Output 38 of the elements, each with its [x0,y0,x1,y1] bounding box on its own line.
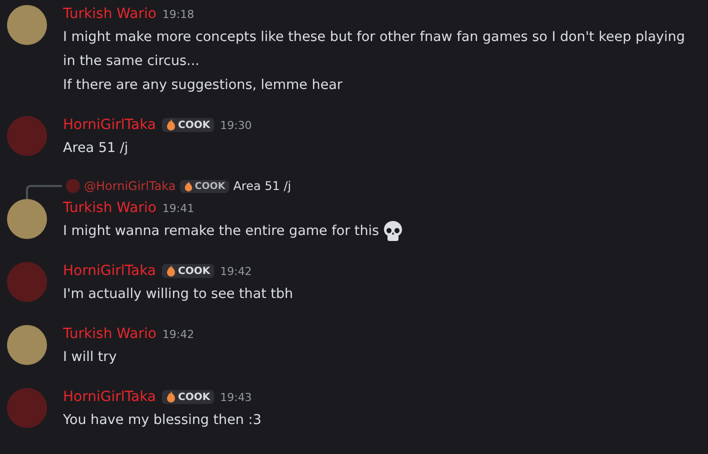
timestamp: 19:18 [162,8,194,20]
skull-icon [383,220,404,242]
tag-label: COOK [178,392,210,402]
username[interactable]: HorniGirlTaka [63,389,156,405]
server-tag[interactable]: COOK [162,390,214,404]
timestamp: 19:41 [162,202,194,214]
timestamp: 19:42 [162,328,194,340]
message-text: Area 51 /j [63,139,128,158]
message-text: I will try [63,348,117,367]
server-tag[interactable]: COOK [180,180,230,192]
reply-preview[interactable]: Area 51 /j [233,179,292,193]
avatar[interactable] [7,199,47,239]
tag-label: COOK [178,266,210,276]
flame-icon [184,180,193,192]
flame-icon [166,119,176,131]
message-text: I'm actually willing to see that tbh [63,285,294,304]
reply-author[interactable]: @HorniGirlTaka [84,179,176,193]
reply-connector [26,185,62,199]
flame-icon [166,265,176,277]
tag-label: COOK [194,180,226,192]
avatar[interactable] [7,325,47,365]
username[interactable]: Turkish Wario [63,6,156,22]
message-text: If there are any suggestions, lemme hear [63,76,342,95]
server-tag[interactable]: COOK [162,118,214,132]
timestamp: 19:30 [220,118,252,132]
timestamp: 19:43 [220,390,252,404]
message-text: I might wanna remake the entire game for this [63,222,380,241]
username[interactable]: HorniGirlTaka [63,117,156,133]
server-tag[interactable]: COOK [162,264,214,278]
flame-icon [166,391,176,403]
username[interactable]: Turkish Wario [63,326,156,342]
message-text: I might make more concepts like these but for other fnaw fan games so I don't keep playing in the same circus... [63,28,686,71]
tag-label: COOK [178,120,210,130]
username[interactable]: HorniGirlTaka [63,263,156,279]
message-text: You have my blessing then :3 [63,411,262,430]
avatar[interactable] [7,5,47,45]
username[interactable]: Turkish Wario [63,200,156,216]
timestamp: 19:42 [220,264,252,278]
